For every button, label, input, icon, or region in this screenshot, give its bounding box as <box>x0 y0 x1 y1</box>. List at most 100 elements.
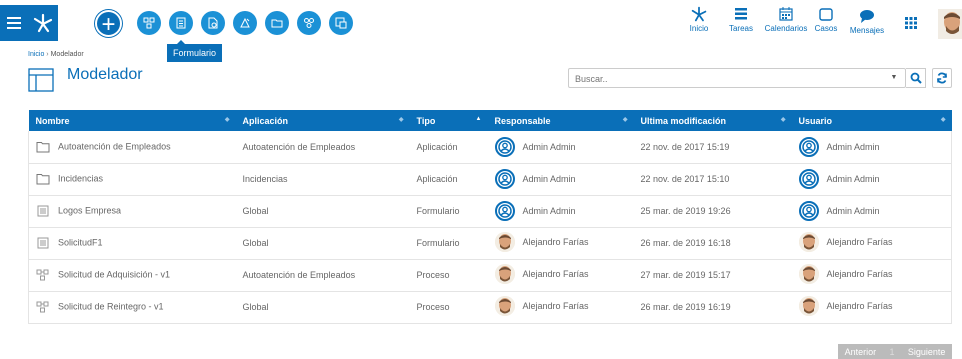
folder-icon <box>36 173 50 185</box>
document-button[interactable] <box>201 11 225 35</box>
cell-tipo: Aplicación <box>409 131 488 164</box>
sort-asc-icon: ▲ <box>475 116 482 122</box>
report-button[interactable] <box>329 11 353 35</box>
cell-modificacion: 22 nov. de 2017 15:19 <box>633 131 792 164</box>
user-photo-icon <box>938 9 962 39</box>
cell-tipo: Formulario <box>409 227 488 260</box>
report-icon <box>335 17 347 29</box>
form-icon <box>176 17 186 29</box>
add-button[interactable]: + <box>95 10 122 38</box>
folder-button[interactable] <box>265 11 289 35</box>
tasks-icon <box>735 8 747 20</box>
models-table: Nombre ◆ Aplicación ◆ Tipo ▲ Responsable ◆ U… <box>28 110 952 324</box>
admin-avatar-icon <box>494 201 515 221</box>
pager-page-number: 1 <box>889 346 895 357</box>
column-header-usuario[interactable]: Usuario ◆ <box>791 110 952 131</box>
pager-next-button[interactable]: Siguiente <box>908 347 946 357</box>
usuario-name: Alejandro Farías <box>826 301 893 311</box>
admin-avatar-icon <box>494 169 515 189</box>
admin-avatar-icon <box>798 169 819 189</box>
menu-button[interactable] <box>0 5 28 41</box>
responsable-name: Alejandro Farías <box>522 269 589 279</box>
cell-nombre[interactable]: Solicitud de Adquisición - v1 <box>28 259 236 292</box>
row-name: Solicitud de Adquisición - v1 <box>58 269 171 280</box>
cell-modificacion: 22 nov. de 2017 15:10 <box>633 163 792 196</box>
folder-icon <box>271 19 283 28</box>
cell-usuario: Admin Admin <box>791 131 952 164</box>
nav-inicio[interactable]: Inicio <box>686 6 712 33</box>
cell-modificacion: 26 mar. de 2019 16:18 <box>633 227 792 260</box>
table-row[interactable]: Solicitud de Adquisición - v1 Autoatenció… <box>28 259 952 292</box>
table-row[interactable]: Logos Empresa Global Formulario Admin Admin… <box>28 195 952 228</box>
sort-icon: ◆ <box>224 117 230 123</box>
cell-nombre[interactable]: Logos Empresa <box>28 195 236 228</box>
row-name: Incidencias <box>58 173 104 184</box>
subprocess-button[interactable] <box>297 11 321 35</box>
app-logo[interactable] <box>28 5 58 41</box>
breadcrumb-home[interactable]: Inicio <box>28 51 44 58</box>
form-button[interactable] <box>169 11 193 35</box>
responsable-name: Alejandro Farías <box>522 237 589 247</box>
calendar-icon <box>779 7 793 21</box>
cell-nombre[interactable]: Incidencias <box>28 163 236 196</box>
nav-tareas[interactable]: Tareas <box>727 6 755 33</box>
process-button[interactable] <box>137 11 161 35</box>
sort-icon: ◆ <box>940 117 946 123</box>
row-name: Logos Empresa <box>58 205 122 216</box>
cell-responsable: Alejandro Farías <box>487 291 634 324</box>
user-photo-avatar <box>494 232 515 252</box>
column-header-nombre[interactable]: Nombre ◆ <box>28 110 236 131</box>
process-icon <box>36 301 50 313</box>
home-logo-icon <box>691 6 707 22</box>
row-name: Solicitud de Reintegro - v1 <box>58 301 164 312</box>
column-header-tipo[interactable]: Tipo ▲ <box>409 110 488 131</box>
cell-responsable: Admin Admin <box>487 131 634 164</box>
logo-icon <box>33 13 53 33</box>
column-header-modificacion[interactable]: Ultima modificación ◆ <box>633 110 792 131</box>
table-row[interactable]: Solicitud de Reintegro - v1 Global Proceso… <box>28 291 952 324</box>
cell-aplicacion: Incidencias <box>235 163 410 196</box>
search-box: ▼ <box>568 68 906 88</box>
rule-icon <box>240 17 250 28</box>
search-button[interactable] <box>906 68 926 88</box>
table-row[interactable]: SolicitudF1 Global Formulario Alejandro Far… <box>28 227 952 260</box>
column-header-aplicacion[interactable]: Aplicación ◆ <box>235 110 410 131</box>
rule-button[interactable] <box>233 11 257 35</box>
user-photo-avatar <box>798 264 819 284</box>
search-input[interactable] <box>569 70 879 88</box>
nav-mensajes[interactable]: Mensajes <box>848 8 886 35</box>
usuario-name: Alejandro Farías <box>826 269 893 279</box>
user-avatar[interactable] <box>938 9 962 39</box>
admin-avatar-icon <box>798 201 819 221</box>
search-dropdown-icon[interactable]: ▼ <box>883 69 905 87</box>
folder-icon <box>36 141 50 153</box>
pager-prev-button[interactable]: Anterior <box>845 347 877 357</box>
refresh-button[interactable] <box>932 68 952 88</box>
admin-avatar-icon <box>798 136 819 157</box>
top-bar: + Formulario Inicio Tareas Calendarios C… <box>0 0 962 62</box>
nav-calendarios[interactable]: Calendarios <box>762 6 810 33</box>
sort-icon: ◆ <box>622 117 628 123</box>
table-row[interactable]: Autoatención de Empleados Autoatención de… <box>28 131 952 164</box>
cell-modificacion: 25 mar. de 2019 19:26 <box>633 195 792 228</box>
pager: Anterior 1 Siguiente <box>838 344 952 359</box>
cell-aplicacion: Autoatención de Empleados <box>235 259 410 292</box>
cell-nombre[interactable]: Solicitud de Reintegro - v1 <box>28 291 236 324</box>
nav-label: Casos <box>814 24 838 33</box>
cell-modificacion: 26 mar. de 2019 16:19 <box>633 291 792 324</box>
breadcrumb-separator: › <box>46 51 49 58</box>
process-icon <box>143 17 155 29</box>
row-name: SolicitudF1 <box>58 237 103 248</box>
admin-avatar-icon <box>494 136 515 157</box>
cell-aplicacion: Global <box>235 195 410 228</box>
usuario-name: Admin Admin <box>826 206 880 216</box>
table-row[interactable]: Incidencias Incidencias Aplicación Admin Ad… <box>28 163 952 196</box>
messages-icon <box>860 10 874 23</box>
apps-grid-button[interactable] <box>905 16 917 34</box>
column-header-responsable[interactable]: Responsable ◆ <box>487 110 634 131</box>
responsable-name: Admin Admin <box>522 174 576 184</box>
cell-nombre[interactable]: Autoatención de Empleados <box>28 131 236 164</box>
cell-nombre[interactable]: SolicitudF1 <box>28 227 236 260</box>
nav-casos[interactable]: Casos <box>813 6 839 33</box>
usuario-name: Admin Admin <box>826 174 880 184</box>
